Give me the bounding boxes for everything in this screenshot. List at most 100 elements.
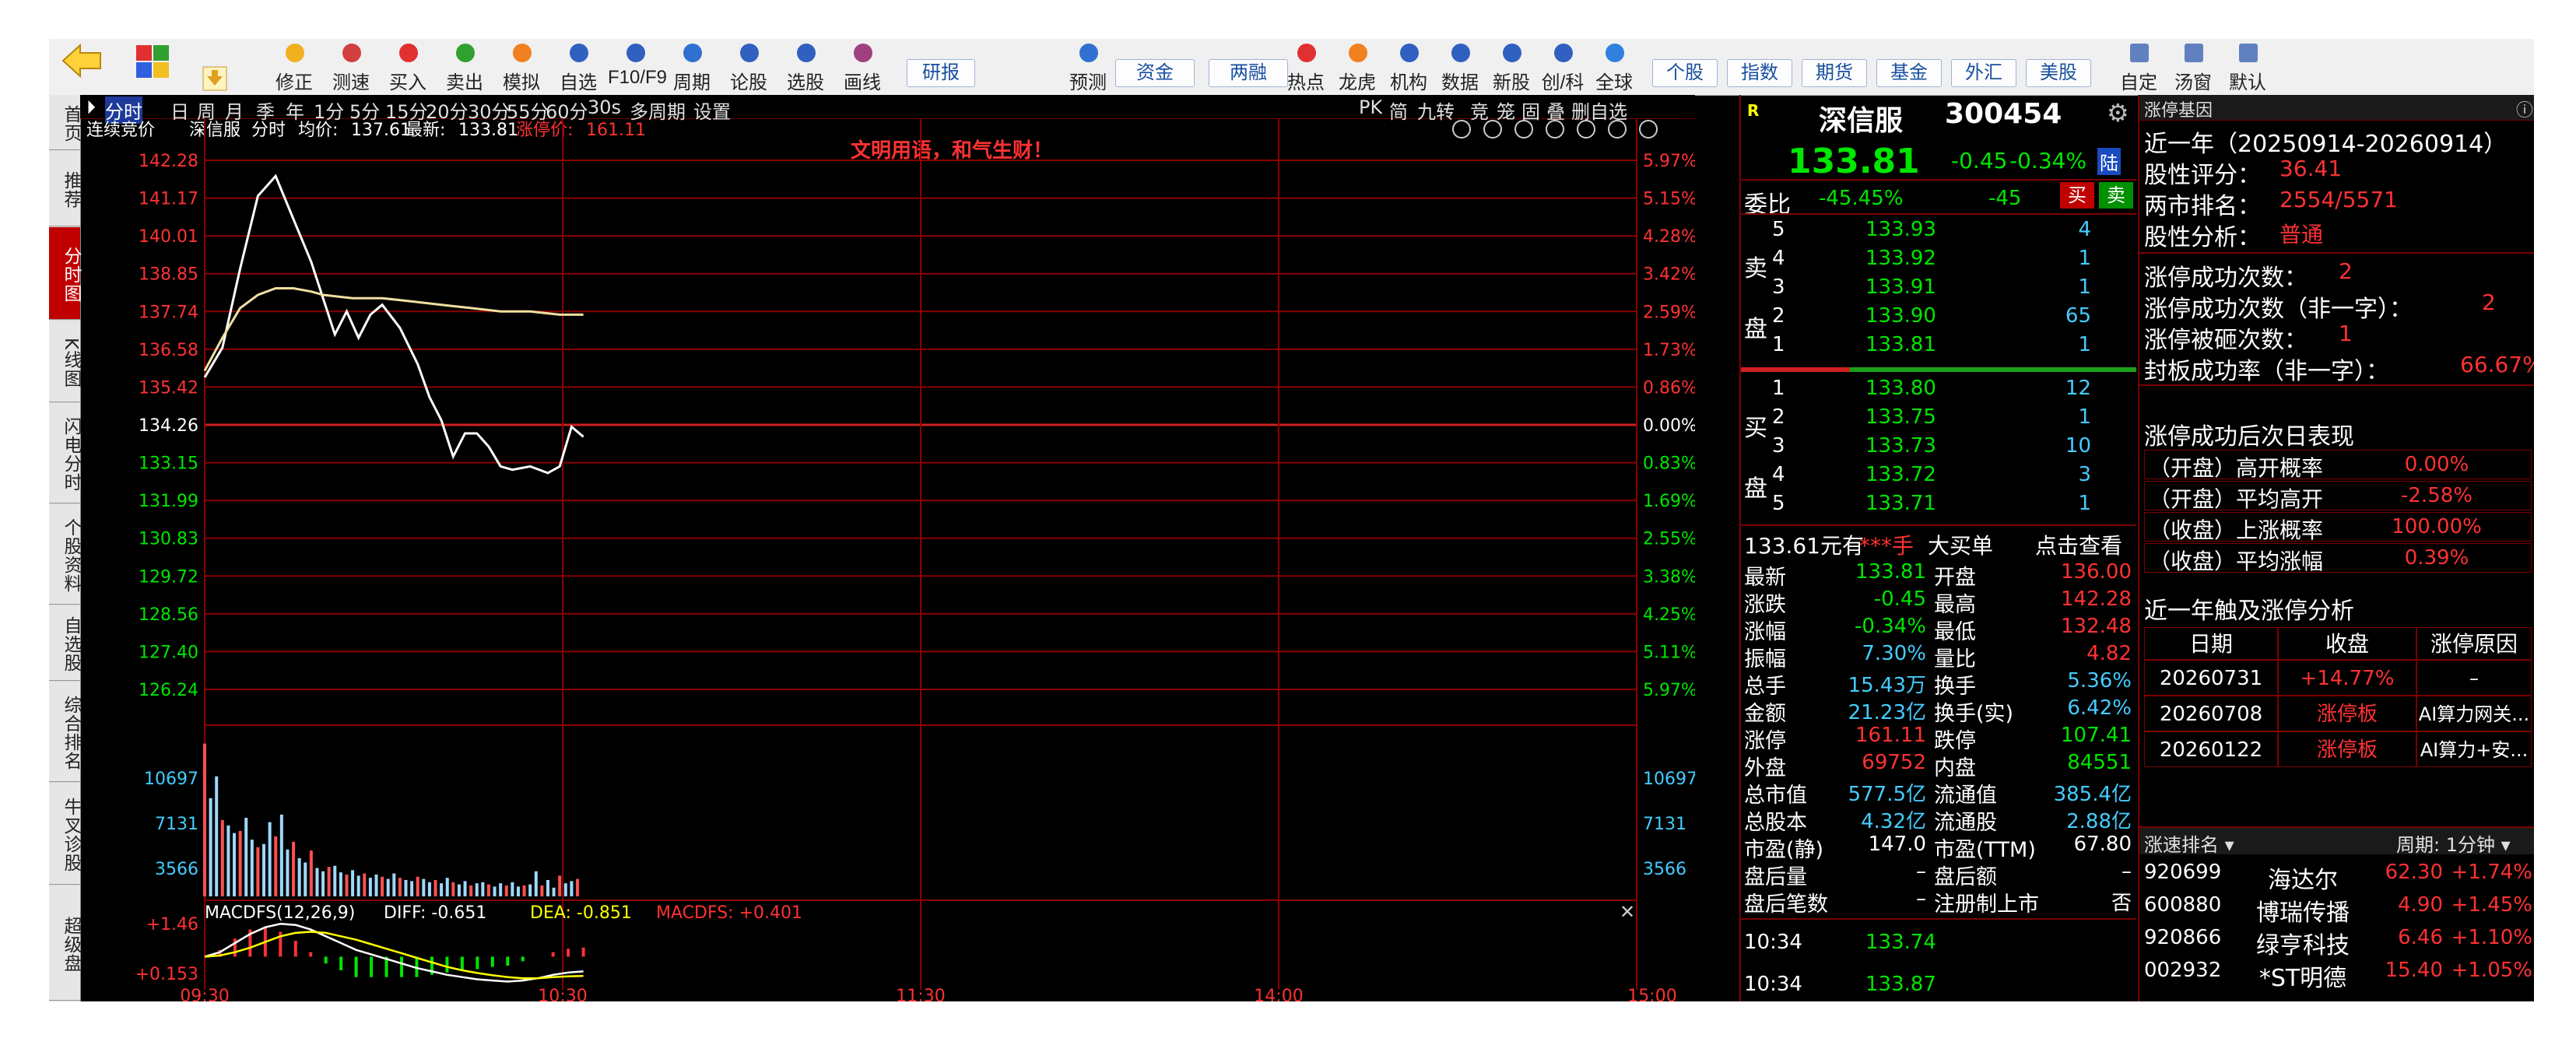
toolbar-button-label: 模拟 — [503, 72, 540, 93]
yanbao-button[interactable]: 研报 — [907, 59, 975, 87]
toolbar-button-默认[interactable]: 默认 — [2220, 39, 2275, 95]
toolbar-button-1[interactable]: 测速 — [324, 39, 378, 95]
price-tick-left: 141.17 — [139, 190, 198, 209]
toolbar-button-9[interactable]: 选股 — [778, 39, 833, 95]
ask-price: 133.90 — [1865, 304, 1936, 328]
left-tab-2[interactable]: 分时图 — [49, 227, 81, 320]
chart-tool-icon[interactable] — [1639, 120, 1658, 139]
toolbar-button-label: F10/F9 — [608, 67, 668, 88]
back-arrow-icon — [61, 43, 101, 79]
market-tab-期货[interactable]: 期货 — [1802, 59, 1867, 87]
toolbar-button-8[interactable]: 论股 — [721, 39, 776, 95]
speed-name[interactable]: 绿亨科技 — [2241, 926, 2365, 960]
left-tab-1[interactable]: 推荐 — [49, 151, 81, 226]
speed-rank-title[interactable]: 涨速排名 ▾ — [2144, 829, 2234, 857]
left-tab-8[interactable]: 牛叉诊股 — [49, 783, 81, 885]
speed-name[interactable]: 海达尔 — [2241, 861, 2365, 895]
toolbar-button-龙虎[interactable]: 龙虎 — [1330, 39, 1385, 95]
big-order-label: 大买单 — [1928, 533, 1994, 559]
buy-button[interactable]: 买 — [2060, 182, 2094, 209]
speed-period[interactable]: 周期: 1分钟 ▾ — [2396, 829, 2511, 857]
stat-key: 总手 — [1744, 675, 1786, 699]
macd-close-icon[interactable]: ✕ — [1620, 901, 1635, 923]
speed-name[interactable]: *ST明德 — [2241, 959, 2365, 993]
toolbar-button-全球[interactable]: 全球 — [1587, 39, 1641, 95]
left-tab-6[interactable]: 自选股 — [49, 605, 81, 681]
toolbar-button-6[interactable]: F10/F9 — [608, 39, 668, 95]
market-tab-外汇[interactable]: 外汇 — [1951, 59, 2016, 87]
left-tab-7[interactable]: 综合排名 — [49, 682, 81, 782]
toolbar-button-7[interactable]: 周期 — [665, 39, 719, 95]
price-tick-left: 135.42 — [139, 378, 198, 398]
chart-tool-icon[interactable] — [1577, 120, 1595, 139]
toolbar-button-4[interactable]: 模拟 — [494, 39, 549, 95]
toolbar-button-热点[interactable]: 热点 — [1279, 39, 1333, 95]
table-cell[interactable]: 涨停板 — [2278, 731, 2416, 767]
toolbar-icon-10 — [854, 44, 872, 62]
toolbar-tab-资金[interactable]: 资金 — [1115, 59, 1195, 87]
big-order-link[interactable]: 点击查看 — [2035, 529, 2122, 560]
toolbar-button-10[interactable]: 画线 — [835, 39, 890, 95]
macd-value: MACDFS: +0.401 — [656, 903, 802, 923]
avg-label: 均价: — [298, 121, 338, 140]
table-cell[interactable]: – — [2416, 660, 2532, 696]
chart-tool-icon[interactable] — [1452, 120, 1471, 139]
left-tab-4[interactable]: 闪电分时 — [49, 403, 81, 503]
time-tick: 11:30 — [896, 987, 945, 1001]
market-tab-美股[interactable]: 美股 — [2026, 59, 2091, 87]
stat-key: 最新 — [1744, 566, 1786, 590]
period-right-PK[interactable]: PK — [1359, 96, 1382, 118]
back-button[interactable] — [60, 42, 104, 79]
left-tab-9[interactable]: 超级盘 — [49, 885, 81, 1001]
table-cell[interactable]: 涨停板 — [2278, 696, 2416, 731]
toolbar-button-机构[interactable]: 机构 — [1381, 39, 1436, 95]
forecast-icon — [1079, 44, 1098, 62]
toolbar-button-3[interactable]: 卖出 — [437, 39, 492, 95]
tick-price: 133.74 — [1865, 931, 1936, 954]
table-cell[interactable]: 20260708 — [2144, 696, 2278, 731]
table-cell[interactable]: AI算力+安... — [2416, 731, 2532, 767]
chart-tool-icon[interactable] — [1546, 120, 1564, 139]
table-cell[interactable]: 20260731 — [2144, 660, 2278, 696]
chart-tool-icon[interactable] — [1514, 120, 1533, 139]
table-cell[interactable]: 20260122 — [2144, 731, 2278, 767]
color-grid-icon — [136, 45, 169, 78]
left-tab-5[interactable]: 个股资料 — [49, 504, 81, 605]
period-pin-icon[interactable]: ⏵ — [86, 96, 96, 118]
toolbar-button-5[interactable]: 自选 — [551, 39, 605, 95]
table-cell[interactable]: +14.77% — [2278, 660, 2416, 696]
chart-tool-icon[interactable] — [1608, 120, 1627, 139]
down-arrow-button[interactable] — [202, 65, 228, 92]
market-tab-个股[interactable]: 个股 — [1652, 59, 1718, 87]
period-30s[interactable]: 30s — [588, 96, 621, 118]
sell-button[interactable]: 卖 — [2099, 182, 2133, 209]
limit-info-icon[interactable]: ⓘ — [2516, 96, 2533, 121]
toolbar-button-2[interactable]: 买入 — [381, 39, 435, 95]
toolbar-button-0[interactable]: 修正 — [267, 39, 321, 95]
layout-button[interactable] — [135, 44, 170, 79]
tick-time: 10:34 — [1744, 973, 1802, 996]
toolbar-button-数据[interactable]: 数据 — [1433, 39, 1487, 95]
auction-status: 连续竞价 — [86, 121, 155, 140]
ask-price: 133.81 — [1865, 333, 1936, 356]
toolbar-tab-两融[interactable]: 两融 — [1209, 59, 1288, 87]
market-tab-指数[interactable]: 指数 — [1727, 59, 1792, 87]
settings-gear-icon[interactable]: ⚙ — [2107, 98, 2129, 128]
main-toolbar: 研报 修正 测速 买入 卖出 模拟 自选 F10/F9 周期 论股 选股 画线 预测 资金 两融 热点 龙虎机… — [49, 39, 2534, 96]
left-tab-0[interactable]: 首页 — [49, 95, 81, 150]
gene-key: 封板成功率（非一字）： — [2144, 358, 2389, 385]
toolbar-button-新股[interactable]: 新股 — [1484, 39, 1539, 95]
ask-volume: 65 — [2065, 304, 2091, 328]
toolbar-button-创/科[interactable]: 创/科 — [1535, 39, 1590, 95]
stat-key: 盘后量 — [1744, 865, 1807, 889]
market-tab-基金[interactable]: 基金 — [1876, 59, 1942, 87]
price-tick-right: 1.73% — [1643, 341, 1695, 360]
speed-name[interactable]: 博瑞传播 — [2241, 893, 2365, 928]
toolbar-icon-8 — [740, 44, 759, 62]
chart-tool-icon[interactable] — [1483, 120, 1502, 139]
toolbar-forecast-button[interactable]: 预测 — [1061, 39, 1115, 95]
table-cell[interactable]: AI算力网关... — [2416, 696, 2532, 731]
left-tab-3[interactable]: K线图 — [49, 321, 81, 402]
toolbar-button-自定[interactable]: 自定 — [2111, 39, 2166, 95]
toolbar-button-汤窗[interactable]: 汤窗 — [2166, 39, 2220, 95]
